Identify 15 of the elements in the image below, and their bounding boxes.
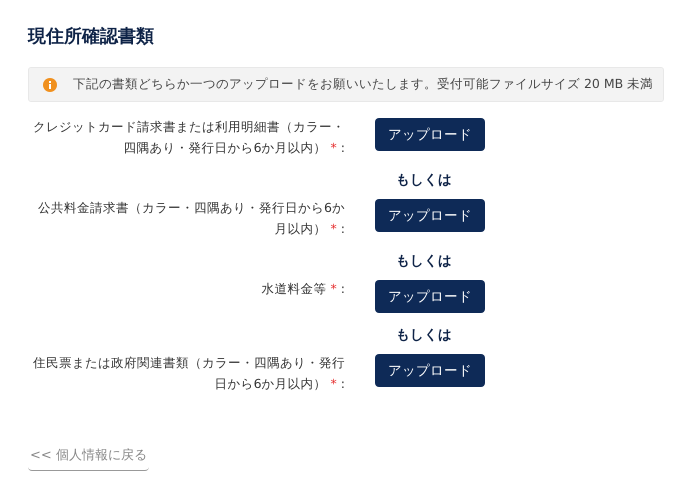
or-separator: もしくは	[396, 172, 452, 188]
notice-text: 下記の書類どちらか一つのアップロードをお願いいたします。受付可能ファイルサイズ 20 MB 未満	[73, 76, 654, 93]
back-link[interactable]: << 個人情報に戻る	[28, 446, 149, 471]
field-label: 水道料金等 * :	[260, 280, 345, 298]
field-label: 公共料金請求書（カラー・四隅あり・発行日から6か月以内） * :	[37, 199, 345, 238]
or-separator: もしくは	[396, 327, 452, 343]
or-separator: もしくは	[396, 253, 452, 269]
upload-button[interactable]: アップロード	[375, 354, 485, 387]
info-icon	[43, 78, 57, 92]
upload-button[interactable]: アップロード	[375, 280, 485, 313]
field-label: クレジットカード請求書または利用明細書（カラー・四隅あり・発行日から6か月以内） * :	[32, 118, 345, 157]
field-label: 住民票または政府関連書類（カラー・四隅あり・発行日から6か月以内） * :	[32, 354, 345, 393]
upload-button[interactable]: アップロード	[375, 118, 485, 151]
upload-button[interactable]: アップロード	[375, 199, 485, 232]
page-title: 現住所確認書類	[28, 25, 155, 48]
